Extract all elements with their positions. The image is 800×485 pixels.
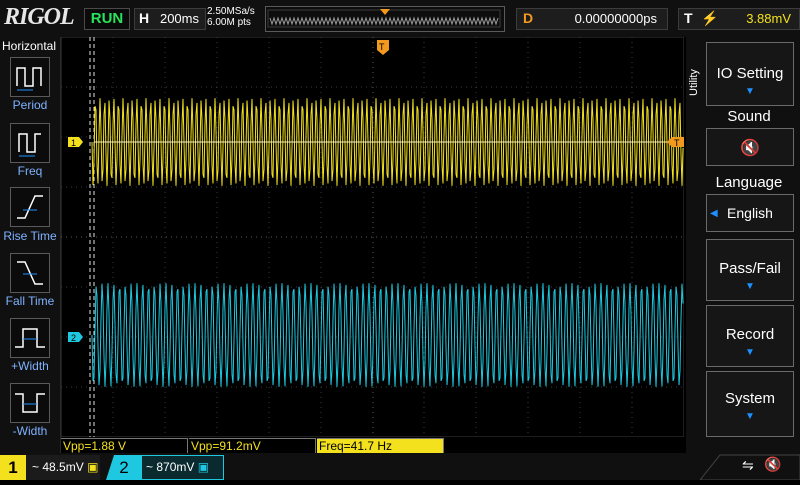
trigger-level-label: T — [674, 138, 680, 148]
record-button[interactable]: Record ▼ — [706, 305, 794, 367]
period-label: Period — [12, 98, 48, 112]
freq-label: Freq — [17, 164, 43, 178]
period-button[interactable] — [10, 57, 50, 97]
system-chevron-down-icon: ▼ — [745, 411, 755, 422]
run-stop-status[interactable]: RUN — [84, 8, 130, 30]
record-chevron-down-icon: ▼ — [745, 347, 755, 358]
channel-2-scale: ~ 870mV ▣ — [146, 460, 209, 474]
freq-icon — [18, 133, 41, 157]
channel-2-bandwidth-icon: ▣ — [197, 460, 210, 474]
language-button[interactable]: English — [706, 194, 794, 232]
speaker-mute-status-icon: 🔇 — [764, 456, 782, 472]
pass-fail-button[interactable]: Pass/Fail ▼ — [706, 239, 794, 301]
measurement-vpp-ch1[interactable]: Vpp=1.88 V — [61, 438, 188, 453]
measurement-freq[interactable]: Freq=41.7 Hz — [317, 438, 444, 453]
usb-icon: ⇋ — [742, 457, 754, 473]
fall-time-label: Fall Time — [5, 294, 55, 308]
period-icon — [16, 67, 42, 91]
negative-width-label: -Width — [12, 424, 48, 438]
negative-width-button[interactable] — [10, 383, 50, 423]
language-title: Language — [715, 174, 783, 191]
trigger-key: T — [684, 10, 693, 26]
fall-time-icon — [17, 261, 43, 285]
positive-width-label: +Width — [11, 359, 49, 373]
sound-title: Sound — [727, 108, 771, 125]
delay-value: 0.00000000ps — [574, 11, 657, 26]
measurement-bar: Vpp=1.88 V Vpp=91.2mV Freq=41.7 Hz — [61, 437, 684, 453]
pass-fail-label: Pass/Fail — [719, 260, 781, 277]
positive-width-icon — [15, 328, 45, 348]
channel-2-coupling: ~ — [146, 460, 154, 474]
language-value: English — [727, 205, 773, 221]
trigger-position-label: T — [379, 42, 385, 52]
system-label: System — [724, 390, 775, 407]
channel-1-scale: ~ 48.5mV ▣ — [32, 460, 98, 474]
freq-button[interactable] — [10, 123, 50, 163]
rise-time-button[interactable] — [10, 187, 50, 227]
io-setting-label: IO Setting — [716, 65, 784, 82]
horizontal-measure-panel: Horizontal Period Freq Rise Time Fall Ti… — [0, 37, 61, 453]
trigger-edge-icon: ⚡ — [701, 10, 719, 26]
timebase-indicator[interactable]: H 200ms — [134, 8, 206, 30]
channel-1-marker-label: 1 — [71, 138, 76, 148]
utility-menu-title: Utility — [688, 69, 700, 96]
measurement-vpp-ch2[interactable]: Vpp=91.2mV — [189, 438, 316, 453]
channel-1-scale-value: 48.5mV — [42, 460, 84, 474]
rise-time-icon — [17, 195, 43, 219]
io-setting-button[interactable]: IO Setting ▼ — [706, 42, 794, 106]
sound-button[interactable]: 🔇 — [706, 128, 794, 166]
rise-time-label: Rise Time — [3, 229, 57, 243]
delay-indicator[interactable]: D 0.00000000ps — [516, 8, 668, 30]
trigger-level-value: 3.88mV — [746, 11, 791, 26]
timebase-value: 200ms — [159, 11, 199, 26]
fall-time-button[interactable] — [10, 253, 50, 293]
memory-depth: 6.00M pts — [207, 17, 251, 28]
channel-1-bandwidth-icon: ▣ — [87, 460, 99, 474]
waveform-display[interactable]: 1 2 T T — [60, 36, 685, 438]
timebase-key: H — [139, 10, 150, 26]
status-icons: ⇋ 🔇 — [698, 453, 800, 481]
buffer-waveform-overview — [267, 9, 501, 28]
buffer-trigger-marker — [380, 9, 390, 15]
channel-2-marker-label: 2 — [71, 333, 76, 343]
memory-buffer-overview — [265, 6, 505, 32]
brand-logo: RIGOL — [4, 4, 75, 30]
channel-1-number[interactable]: 1 — [0, 455, 26, 480]
delay-key: D — [523, 10, 534, 26]
channel-2-scale-value: 870mV — [156, 460, 195, 474]
language-chevron-left-icon: ◀ — [710, 208, 718, 219]
trigger-indicator[interactable]: T ⚡ 3.88mV — [678, 8, 800, 30]
io-setting-chevron-down-icon: ▼ — [745, 86, 755, 97]
channel-1-coupling: ~ — [32, 460, 40, 474]
record-label: Record — [725, 326, 775, 343]
speaker-mute-icon: 🔇 — [740, 140, 760, 157]
pass-fail-chevron-down-icon: ▼ — [745, 281, 755, 292]
waveform-grid: 1 2 T T — [60, 36, 685, 438]
system-button[interactable]: System ▼ — [706, 371, 794, 437]
positive-width-button[interactable] — [10, 318, 50, 358]
acquisition-info: 2.50MSa/s 6.00M pts — [207, 6, 255, 28]
sample-rate: 2.50MSa/s — [207, 6, 255, 17]
negative-width-icon — [15, 393, 45, 413]
panel-title: Horizontal — [2, 39, 57, 53]
